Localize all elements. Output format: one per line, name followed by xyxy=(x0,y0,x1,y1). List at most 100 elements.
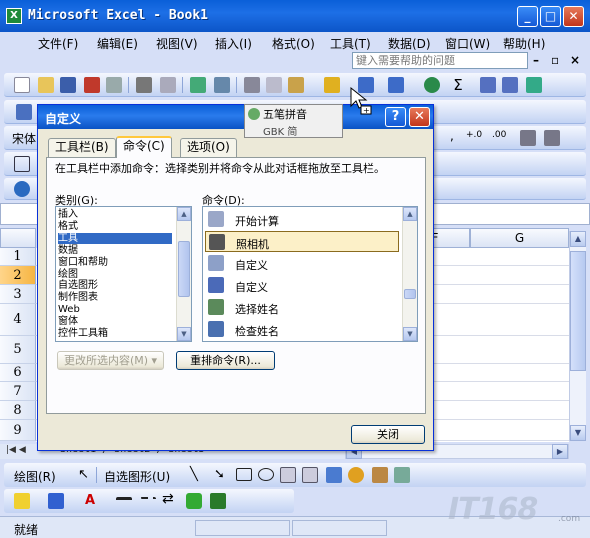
ime-mode-label[interactable]: 五笔拼音 xyxy=(263,106,307,122)
category-item[interactable]: 控件工具箱 xyxy=(58,328,172,339)
row-header[interactable]: 4 xyxy=(0,304,36,336)
cut-icon[interactable] xyxy=(244,77,260,93)
increase-decimal-icon[interactable]: +.0 xyxy=(466,130,482,146)
scroll-down-icon[interactable]: ▼ xyxy=(570,425,586,441)
row-header[interactable]: 3 xyxy=(0,285,36,304)
diagram-icon[interactable] xyxy=(348,467,364,483)
draw-menu[interactable]: 绘图(R) xyxy=(14,468,56,485)
comma-style-icon[interactable]: , xyxy=(450,129,454,143)
row-header[interactable]: 5 xyxy=(0,336,36,364)
refresh-icon[interactable] xyxy=(14,181,30,197)
increase-indent-icon[interactable] xyxy=(544,130,560,146)
row-header[interactable]: 9 xyxy=(0,420,36,441)
category-item[interactable]: 窗体 xyxy=(58,316,172,327)
row-header[interactable]: 6 xyxy=(0,364,36,382)
modify-selection-button[interactable]: 更改所选内容(M) ▾ xyxy=(57,351,164,370)
research-icon[interactable] xyxy=(214,77,230,93)
picture-icon[interactable] xyxy=(394,467,410,483)
scroll-thumb[interactable] xyxy=(178,241,190,297)
scroll-up-icon[interactable]: ▲ xyxy=(570,231,586,247)
row-header[interactable]: 7 xyxy=(0,382,36,401)
oval-icon[interactable] xyxy=(258,468,274,481)
menu-window[interactable]: 窗口(W) xyxy=(445,35,490,52)
help-button[interactable]: ? xyxy=(385,107,406,127)
dialog-title-bar[interactable]: 自定义 ? ✕ xyxy=(38,105,433,129)
menu-data[interactable]: 数据(D) xyxy=(388,35,431,52)
borders-icon[interactable] xyxy=(14,156,30,172)
row-header[interactable]: 1 xyxy=(0,248,36,266)
print-preview-icon[interactable] xyxy=(160,77,176,93)
shadow-style-icon[interactable] xyxy=(186,493,202,509)
close-window-button[interactable]: ✕ xyxy=(563,6,584,27)
category-item[interactable]: 绘图 xyxy=(58,269,172,280)
maximize-button[interactable]: □ xyxy=(540,6,561,27)
sort-descending-icon[interactable] xyxy=(502,77,518,93)
font-color-icon[interactable]: A xyxy=(82,493,98,509)
menu-edit[interactable]: 编辑(E) xyxy=(97,35,138,52)
select-objects-icon[interactable]: ↖ xyxy=(78,467,89,482)
paste-icon[interactable] xyxy=(288,77,304,93)
scroll-thumb[interactable] xyxy=(570,251,586,371)
fill-color-icon[interactable] xyxy=(14,493,30,509)
scroll-down-icon[interactable]: ▼ xyxy=(177,327,191,341)
spelling-icon[interactable] xyxy=(190,77,206,93)
dash-style-icon[interactable] xyxy=(140,497,156,506)
3d-style-icon[interactable] xyxy=(210,493,226,509)
menu-view[interactable]: 视图(V) xyxy=(156,35,198,52)
rectangle-icon[interactable] xyxy=(236,468,252,481)
open-icon[interactable] xyxy=(38,77,54,93)
redo-icon[interactable] xyxy=(388,77,404,93)
vertical-textbox-icon[interactable] xyxy=(302,467,318,483)
category-item[interactable]: 插入 xyxy=(58,209,172,220)
category-item[interactable]: 工具 xyxy=(58,232,172,244)
permission-icon[interactable] xyxy=(84,77,100,93)
autosum-icon[interactable]: Σ xyxy=(450,77,466,93)
menu-file[interactable]: 文件(F) xyxy=(38,35,78,52)
categories-list[interactable]: 插入 格式 工具 数据 窗口和帮助 绘图 自选图形 制作图表 Web 窗体 控件工具箱 ▲ ▼ xyxy=(55,206,192,342)
row-header[interactable]: 2 xyxy=(0,266,36,285)
close-button[interactable]: 关闭 xyxy=(351,425,425,444)
chart-icon[interactable] xyxy=(16,104,32,120)
copy-icon[interactable] xyxy=(266,77,282,93)
menu-tools[interactable]: 工具(T) xyxy=(330,35,371,52)
row-header[interactable]: 8 xyxy=(0,401,36,420)
autoshapes-menu[interactable]: 自选图形(U) xyxy=(104,468,170,485)
category-item[interactable]: Web xyxy=(58,304,172,315)
commands-list[interactable]: 开始计算 照相机 自定义 自定义 选择姓名 检查姓名 ▲ ▼ xyxy=(202,206,418,342)
scroll-up-icon[interactable]: ▲ xyxy=(403,207,417,221)
select-all-corner[interactable] xyxy=(0,228,36,248)
menu-insert[interactable]: 插入(I) xyxy=(215,35,252,52)
category-item[interactable]: 格式 xyxy=(58,221,172,232)
menu-format[interactable]: 格式(O) xyxy=(272,35,315,52)
command-item[interactable]: 照相机 xyxy=(205,231,399,252)
rearrange-commands-button[interactable]: 重排命令(R)... xyxy=(176,351,275,370)
command-item[interactable]: 自定义 xyxy=(205,253,399,274)
scroll-right-icon[interactable]: ▶ xyxy=(552,444,568,459)
new-icon[interactable] xyxy=(14,77,30,93)
tab-commands[interactable]: 命令(C) xyxy=(116,136,172,158)
categories-scrollbar[interactable]: ▲ ▼ xyxy=(176,207,191,341)
doc-minimize-icon[interactable]: – xyxy=(533,53,539,67)
doc-restore-icon[interactable]: ▫ xyxy=(551,53,559,67)
hyperlink-icon[interactable] xyxy=(424,77,440,93)
sort-ascending-icon[interactable] xyxy=(480,77,496,93)
category-item[interactable]: 窗口和帮助 xyxy=(58,257,172,268)
textbox-icon[interactable] xyxy=(280,467,296,483)
column-header[interactable]: G xyxy=(470,228,569,248)
tab-options[interactable]: 选项(O) xyxy=(180,138,237,157)
command-item[interactable]: 选择姓名 xyxy=(205,297,399,318)
scroll-down-icon[interactable]: ▼ xyxy=(403,327,417,341)
vertical-scrollbar[interactable]: ▲ ▼ xyxy=(569,231,586,441)
minimize-button[interactable]: _ xyxy=(517,6,538,27)
line-style-icon[interactable] xyxy=(116,497,132,506)
font-name-box[interactable]: 宋体 xyxy=(12,130,36,147)
line-icon[interactable]: ╲ xyxy=(190,467,198,482)
menu-help[interactable]: 帮助(H) xyxy=(503,35,545,52)
ime-charset-label[interactable]: GBK 简 xyxy=(263,123,297,138)
commands-scrollbar[interactable]: ▲ ▼ xyxy=(402,207,417,341)
ime-status-bar[interactable]: 五笔拼音 GBK 简 xyxy=(244,104,343,138)
category-item[interactable]: 数据 xyxy=(58,245,172,256)
decrease-decimal-icon[interactable]: .00 xyxy=(492,130,508,146)
line-color-icon[interactable] xyxy=(48,493,64,509)
doc-close-icon[interactable]: × xyxy=(570,53,580,67)
